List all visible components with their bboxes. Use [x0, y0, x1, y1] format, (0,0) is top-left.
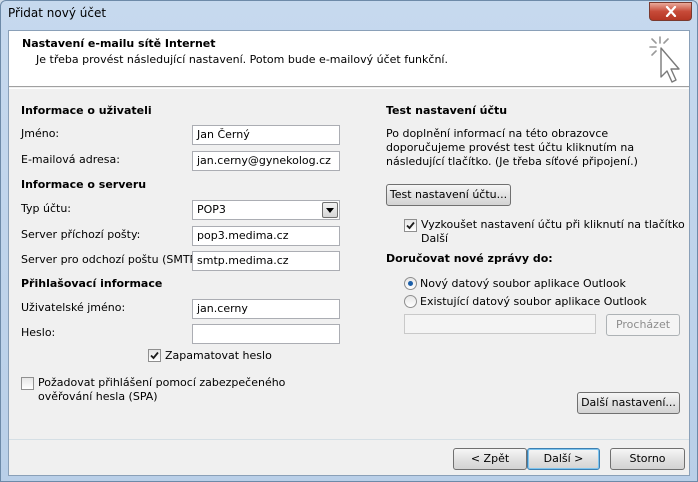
new-data-file-label[interactable]: Nový datový soubor aplikace Outlook [420, 277, 626, 290]
server-info-heading: Informace o serveru [21, 178, 147, 191]
auto-test-checkbox[interactable] [404, 219, 417, 232]
new-data-file-radio[interactable] [404, 277, 417, 290]
page-subtitle: Je třeba provést následující nastavení. … [36, 53, 448, 66]
spa-checkbox[interactable] [21, 377, 34, 390]
username-field[interactable]: jan.cerny [192, 299, 340, 319]
password-field[interactable] [192, 324, 340, 344]
auto-test-label[interactable]: Vyzkoušet nastavení účtu při kliknutí na… [421, 218, 691, 246]
page-title: Nastavení e-mailu sítě Internet [22, 37, 216, 50]
account-type-select[interactable]: POP3 [192, 200, 340, 220]
radio-selected-dot [408, 281, 413, 286]
browse-button[interactable]: Procházet [606, 314, 680, 336]
outgoing-server-field[interactable]: smtp.medima.cz [192, 251, 340, 271]
back-button[interactable]: < Zpět [453, 448, 527, 470]
dropdown-button[interactable] [322, 202, 338, 218]
close-button[interactable] [649, 2, 692, 21]
account-type-label: Typ účtu: [21, 202, 72, 215]
more-settings-button[interactable]: Další nastavení... [577, 392, 680, 414]
username-label: Uživatelské jméno: [21, 301, 126, 314]
cursor-click-icon [649, 36, 680, 83]
outgoing-server-label: Server pro odchozí poštu (SMTP): [21, 253, 205, 266]
checkmark-icon [150, 351, 159, 360]
password-label: Heslo: [21, 326, 56, 339]
user-info-heading: Informace o uživateli [21, 104, 152, 117]
checkmark-icon [406, 221, 415, 230]
cancel-button[interactable]: Storno [610, 448, 685, 470]
existing-file-path-field[interactable] [404, 314, 596, 334]
existing-data-file-label[interactable]: Existující datový soubor aplikace Outloo… [420, 295, 647, 308]
existing-data-file-radio[interactable] [404, 295, 417, 308]
remember-password-checkbox[interactable] [148, 349, 161, 362]
email-label: E-mailová adresa: [21, 153, 120, 166]
footer-divider [9, 439, 689, 440]
dialog-window: Přidat nový účet Nastavení e-mailu sítě … [0, 0, 698, 482]
name-label: Jméno: [21, 127, 60, 140]
chevron-down-icon [326, 207, 334, 213]
test-description: Po doplnění informací na této obrazovce … [386, 127, 638, 168]
window-title: Přidat nový účet [8, 6, 107, 20]
login-info-heading: Přihlašovací informace [21, 277, 163, 290]
delivery-heading: Doručovat nové zprávy do: [386, 252, 553, 265]
header-divider [9, 88, 689, 89]
next-button[interactable]: Další > [527, 448, 600, 470]
close-icon [665, 6, 676, 17]
email-field[interactable]: jan.cerny@gynekolog.cz [192, 151, 340, 171]
dialog-content: Nastavení e-mailu sítě Internet Je třeba… [8, 30, 690, 476]
name-field[interactable]: Jan Černý [192, 125, 340, 145]
incoming-server-label: Server příchozí pošty: [21, 228, 141, 241]
test-heading: Test nastavení účtu [386, 104, 508, 117]
test-account-button[interactable]: Test nastavení účtu... [386, 184, 511, 206]
remember-password-label[interactable]: Zapamatovat heslo [165, 349, 272, 362]
account-type-value: POP3 [197, 203, 226, 216]
spa-label[interactable]: Požadovat přihlášení pomocí zabezpečenéh… [38, 376, 338, 404]
header-band: Nastavení e-mailu sítě Internet Je třeba… [9, 31, 689, 87]
incoming-server-field[interactable]: pop3.medima.cz [192, 226, 340, 246]
title-bar[interactable]: Přidat nový účet [1, 1, 697, 25]
